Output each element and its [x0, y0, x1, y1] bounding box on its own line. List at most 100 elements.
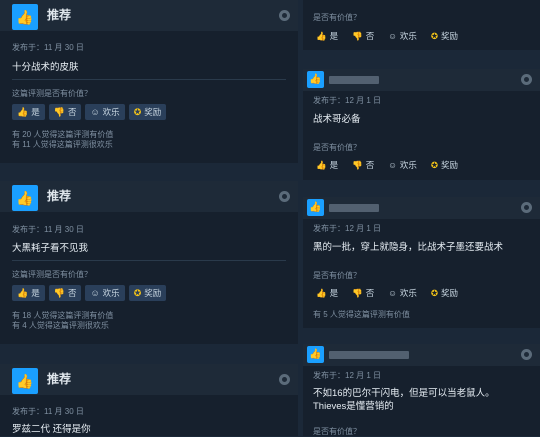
review-date: 发布于：12 月 1 日	[313, 371, 382, 380]
vote-buttons: 👍 是 👎 否 ☺ 欢乐 ✪ 奖励	[311, 157, 464, 173]
review-card: 是否有价值？ 👍 是 👎 否 ☺ 欢乐 ✪ 奖励	[303, 0, 540, 50]
steam-icon	[521, 349, 532, 360]
award-button[interactable]: ✪ 奖励	[128, 104, 167, 120]
thumbs-down-icon: 👎	[352, 287, 363, 298]
review-text: 罗兹二代 还得是你	[12, 424, 91, 435]
review-text: 黑的一批，穿上就隐身，比战术子墨还要战术	[313, 242, 504, 253]
helpful-question: 这篇评测是否有价值？	[12, 270, 92, 279]
vote-funny-button[interactable]: ☺ 欢乐	[85, 104, 125, 120]
helpful-counts: 有 18 人觉得这篇评测有价值 有 4 人觉得这篇评测很欢乐	[12, 311, 113, 331]
blurred-username	[329, 204, 379, 212]
award-button[interactable]: ✪ 奖励	[425, 285, 464, 301]
vote-buttons: 👍 是 👎 否 ☺ 欢乐 ✪ 奖励	[311, 28, 464, 44]
vote-no-button[interactable]: 👎 否	[347, 28, 380, 44]
review-text: 战术哥必备	[313, 114, 361, 125]
blurred-username	[329, 76, 379, 84]
recommend-label: 推荐	[47, 189, 72, 203]
steam-icon	[279, 374, 290, 385]
thumbs-up-icon: 👍	[316, 30, 327, 41]
vote-yes-button[interactable]: 👍 是	[12, 285, 45, 301]
thumbs-up-icon: 👍	[307, 199, 324, 216]
review-card: 👍 发布于：12 月 1 日 黑的一批，穿上就隐身，比战术子墨还要战术 是否有价…	[303, 197, 540, 328]
thumbs-up-icon: 👍	[316, 159, 327, 170]
review-date: 发布于：11 月 30 日	[12, 225, 84, 234]
review-card: 👍 推荐 发布于：11 月 30 日 十分战术的皮肤 这篇评测是否有价值？ 👍 是…	[0, 0, 298, 163]
smiley-icon: ☺	[388, 288, 397, 298]
steam-icon	[279, 191, 290, 202]
review-card: 👍 推荐 发布于：11 月 30 日 罗兹二代 还得是你	[0, 364, 298, 436]
smiley-icon: ☺	[90, 107, 100, 117]
helpful-counts: 有 20 人觉得这篇评测有价值 有 11 人觉得这篇评测很欢乐	[12, 130, 113, 150]
award-icon: ✪	[133, 106, 142, 117]
vote-no-button[interactable]: 👎 否	[347, 157, 380, 173]
review-header: 👍	[303, 344, 540, 366]
review-header: 👍 推荐	[0, 181, 298, 212]
smiley-icon: ☺	[388, 160, 397, 170]
thumbs-up-icon: 👍	[307, 346, 324, 363]
helpful-question: 是否有价值？	[313, 427, 361, 436]
funny-count: 有 11 人觉得这篇评测很欢乐	[12, 140, 113, 149]
vote-funny-button[interactable]: ☺ 欢乐	[383, 157, 422, 173]
divider	[12, 79, 286, 80]
review-date: 发布于：12 月 1 日	[313, 224, 382, 233]
review-card: 👍 推荐 发布于：11 月 30 日 大黑耗子看不见我 这篇评测是否有价值？ 👍…	[0, 181, 298, 344]
review-text: 不如16的巴尔干闪电，但是可以当老鼠人。	[313, 388, 495, 399]
steam-icon	[521, 74, 532, 85]
helpful-count: 有 18 人觉得这篇评测有价值	[12, 311, 114, 320]
review-text: Thieves是懂营销的	[313, 401, 394, 412]
thumbs-up-icon: 👍	[17, 287, 29, 298]
review-date: 发布于：11 月 30 日	[12, 43, 84, 52]
review-date: 发布于：11 月 30 日	[12, 407, 84, 416]
steam-icon	[279, 10, 290, 21]
thumbs-up-icon: 👍	[307, 71, 324, 88]
vote-yes-button[interactable]: 👍 是	[12, 104, 45, 120]
helpful-question: 这篇评测是否有价值？	[12, 89, 92, 98]
vote-buttons: 👍 是 👎 否 ☺ 欢乐 ✪ 奖励	[311, 285, 464, 301]
review-header: 👍	[303, 197, 540, 219]
helpful-question: 是否有价值？	[313, 13, 361, 22]
review-date: 发布于：12 月 1 日	[313, 96, 382, 105]
thumbs-up-icon: 👍	[12, 368, 38, 394]
vote-buttons: 👍 是 👎 否 ☺ 欢乐 ✪ 奖励	[12, 285, 167, 301]
vote-funny-button[interactable]: ☺ 欢乐	[85, 285, 125, 301]
vote-no-button[interactable]: 👎 否	[48, 104, 82, 120]
vote-no-button[interactable]: 👎 否	[347, 285, 380, 301]
vote-yes-button[interactable]: 👍 是	[311, 157, 344, 173]
review-header: 👍 推荐	[0, 364, 298, 395]
helpful-count: 有 5 人觉得这篇评测有价值	[313, 310, 410, 319]
review-header: 👍	[303, 69, 540, 91]
award-icon: ✪	[133, 287, 142, 298]
thumbs-up-icon: 👍	[12, 185, 38, 211]
recommend-label: 推荐	[47, 372, 72, 386]
vote-buttons: 👍 是 👎 否 ☺ 欢乐 ✪ 奖励	[12, 104, 167, 120]
award-button[interactable]: ✪ 奖励	[425, 157, 464, 173]
award-button[interactable]: ✪ 奖励	[425, 28, 464, 44]
recommend-label: 推荐	[47, 8, 72, 22]
review-card: 👍 发布于：12 月 1 日 战术哥必备 是否有价值？ 👍 是 👎 否 ☺ 欢乐 ✪ 奖…	[303, 69, 540, 180]
steam-icon	[521, 202, 532, 213]
thumbs-down-icon: 👎	[352, 30, 363, 41]
vote-yes-button[interactable]: 👍 是	[311, 28, 344, 44]
thumbs-up-icon: 👍	[12, 4, 38, 30]
helpful-question: 是否有价值？	[313, 271, 361, 280]
helpful-count: 有 20 人觉得这篇评测有价值	[12, 130, 114, 139]
thumbs-up-icon: 👍	[17, 106, 29, 117]
award-button[interactable]: ✪ 奖励	[128, 285, 167, 301]
vote-funny-button[interactable]: ☺ 欢乐	[383, 285, 422, 301]
review-text: 大黑耗子看不见我	[12, 243, 89, 254]
vote-funny-button[interactable]: ☺ 欢乐	[383, 28, 422, 44]
thumbs-up-icon: 👍	[316, 287, 327, 298]
funny-count: 有 4 人觉得这篇评测很欢乐	[12, 321, 109, 330]
divider	[12, 260, 286, 261]
thumbs-down-icon: 👎	[53, 287, 65, 298]
thumbs-down-icon: 👎	[352, 159, 363, 170]
blurred-username	[329, 351, 409, 359]
award-icon: ✪	[430, 30, 439, 41]
review-text: 十分战术的皮肤	[12, 62, 79, 73]
review-card: 👍 发布于：12 月 1 日 不如16的巴尔干闪电，但是可以当老鼠人。 Thie…	[303, 344, 540, 436]
thumbs-down-icon: 👎	[53, 106, 65, 117]
smiley-icon: ☺	[90, 288, 100, 298]
vote-yes-button[interactable]: 👍 是	[311, 285, 344, 301]
award-icon: ✪	[430, 159, 439, 170]
vote-no-button[interactable]: 👎 否	[48, 285, 82, 301]
